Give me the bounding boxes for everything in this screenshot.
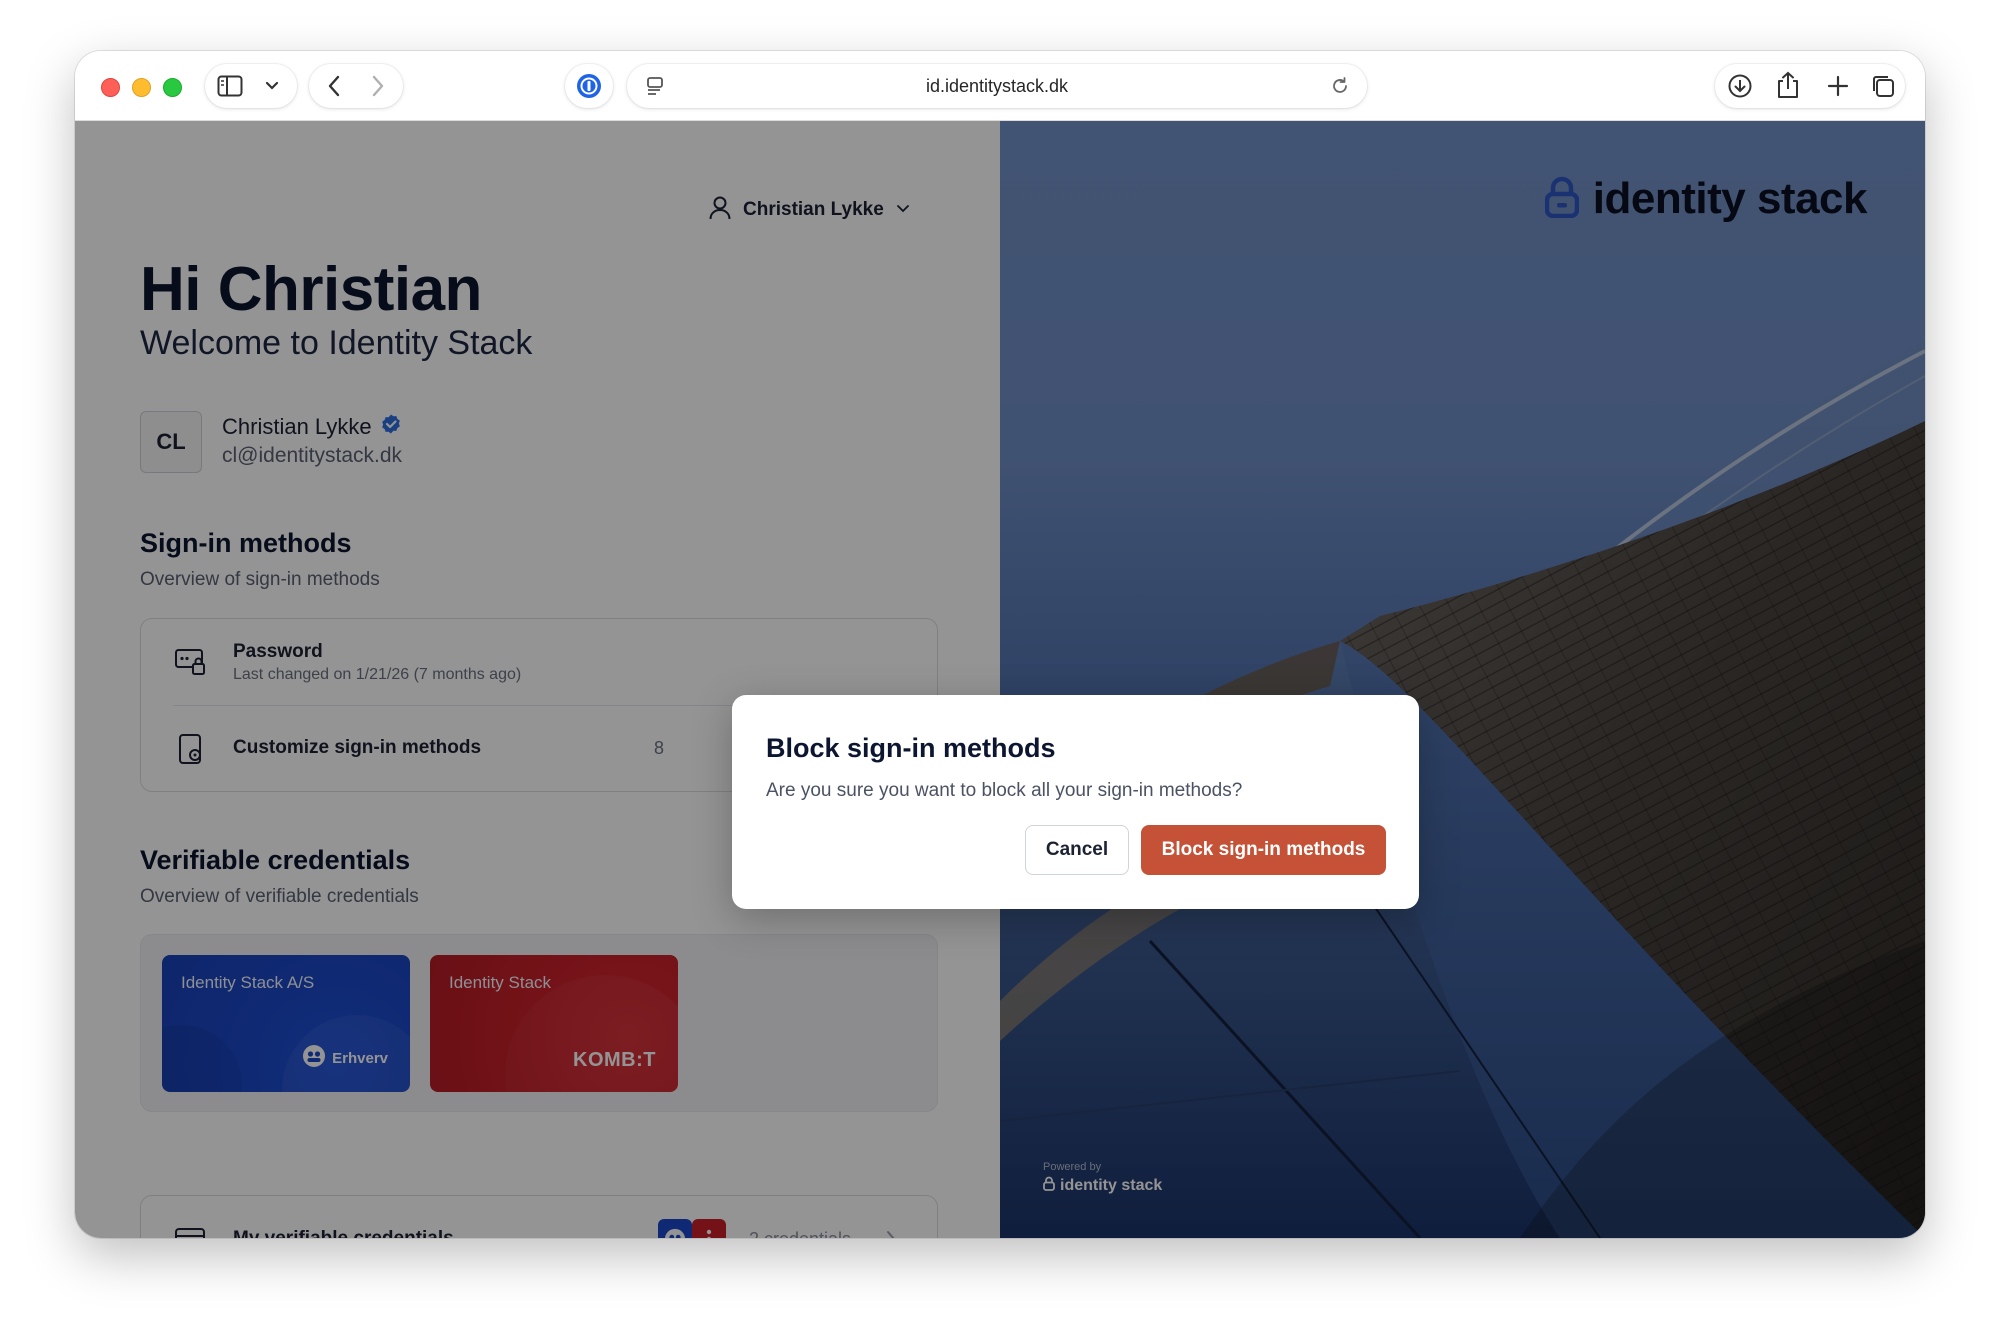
toolbar-actions: [1715, 64, 1905, 108]
browser-toolbar: id.identitystack.dk: [75, 51, 1925, 121]
dialog-message: Are you sure you want to block all your …: [766, 780, 1243, 801]
password-manager-icon: [576, 73, 602, 99]
share-icon[interactable]: [1775, 71, 1801, 99]
address-bar[interactable]: id.identitystack.dk: [627, 64, 1367, 108]
block-signin-methods-button[interactable]: Block sign-in methods: [1141, 825, 1386, 875]
navigation-group: [309, 64, 403, 108]
tabs-overview-icon[interactable]: [1870, 73, 1896, 99]
cancel-button[interactable]: Cancel: [1025, 825, 1129, 875]
reload-icon[interactable]: [1329, 75, 1351, 97]
forward-icon[interactable]: [365, 74, 391, 98]
close-window-button[interactable]: [101, 78, 120, 97]
page-content: Christian Lykke Hi Christian Welcome to …: [75, 121, 1925, 1238]
sidebar-toggle-group: [205, 64, 297, 108]
url-text[interactable]: id.identitystack.dk: [627, 76, 1367, 97]
back-icon[interactable]: [321, 74, 347, 98]
block-signin-dialog: Block sign-in methods Are you sure you w…: [732, 695, 1419, 909]
download-icon[interactable]: [1727, 73, 1753, 99]
sidebar-icon[interactable]: [217, 74, 243, 98]
zoom-window-button[interactable]: [163, 78, 182, 97]
minimize-window-button[interactable]: [132, 78, 151, 97]
new-tab-icon[interactable]: [1825, 73, 1851, 99]
chevron-down-icon[interactable]: [261, 76, 283, 96]
modal-backdrop[interactable]: [75, 121, 1925, 1238]
browser-window: id.identitystack.dk Christian Lykke Hi C…: [75, 51, 1925, 1238]
password-manager-button[interactable]: [565, 64, 613, 108]
dialog-title: Block sign-in methods: [766, 733, 1056, 763]
